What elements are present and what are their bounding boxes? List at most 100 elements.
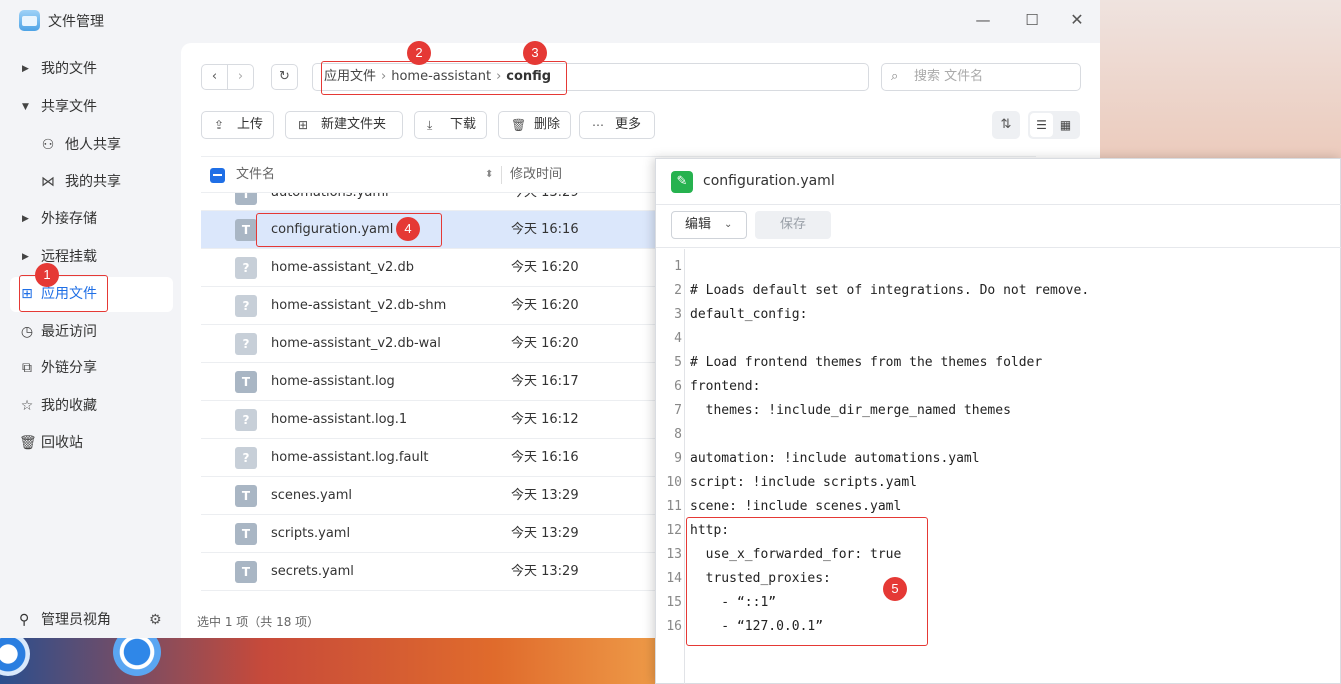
unknown-file-icon: ? <box>235 447 257 469</box>
file-modified: 今天 16:16 <box>511 222 579 237</box>
line-number: 4 <box>674 331 682 346</box>
sort-button[interactable]: ⇅ <box>992 111 1020 139</box>
star-icon: ☆ <box>20 398 34 414</box>
line-number: 5 <box>674 355 682 370</box>
pencil-icon: ✎ <box>671 171 693 193</box>
text-file-icon: T <box>235 523 257 545</box>
more-icon: ⋯ <box>592 118 604 132</box>
code-text: default_config: <box>690 307 808 322</box>
annotation-badge: 2 <box>407 41 431 65</box>
sidebar-item-link-share[interactable]: ⧉ 外链分享 <box>10 351 173 386</box>
column-header-modified[interactable]: 修改时间 <box>510 157 562 192</box>
sidebar-item-favorites[interactable]: ☆ 我的收藏 <box>10 389 173 424</box>
sidebar-item-others-shared[interactable]: ⚇ 他人共享 <box>10 128 173 163</box>
chevron-right-icon: › <box>237 69 244 84</box>
file-modified: 今天 13:29 <box>511 564 579 579</box>
search-input[interactable]: ⌕ 搜索 文件名 <box>881 63 1081 91</box>
save-button[interactable]: 保存 <box>755 211 831 239</box>
sidebar-item-recent[interactable]: ◷ 最近访问 <box>10 315 173 350</box>
gear-icon[interactable]: ⚙ <box>149 603 162 637</box>
sort-arrows-icon[interactable]: ⬍ <box>485 157 493 192</box>
trash-icon: 🗑 <box>511 118 527 132</box>
select-all-checkbox[interactable] <box>210 168 225 183</box>
sidebar-item-shared-files[interactable]: ▼ 共享文件 <box>10 90 173 125</box>
admin-view-switch[interactable]: ⚲ 管理员视角 ⚙ <box>10 603 173 637</box>
sidebar-item-label: 我的文件 <box>41 61 97 77</box>
search-placeholder: 搜索 文件名 <box>914 69 984 84</box>
line-number: 15 <box>666 595 682 610</box>
unknown-file-icon: ? <box>235 333 257 355</box>
upload-icon: ⇪ <box>214 118 225 132</box>
view-toggle: ☰ ▦ <box>1028 111 1080 139</box>
text-file-icon: T <box>235 193 257 205</box>
sidebar-item-remote-mount[interactable]: ▶ 远程挂载 <box>10 240 173 275</box>
line-number: 2 <box>674 283 682 298</box>
sidebar-item-my-files[interactable]: ▶ 我的文件 <box>10 52 173 87</box>
annotation-badge: 4 <box>396 217 420 241</box>
file-modified: 今天 13:29 <box>511 193 579 199</box>
refresh-button[interactable]: ↻ <box>271 64 298 90</box>
file-modified: 今天 16:16 <box>511 450 579 465</box>
editor-toolbar: 编辑 ⌄ 保存 <box>656 205 1341 248</box>
unknown-file-icon: ? <box>235 409 257 431</box>
more-label: 更多 <box>615 117 642 132</box>
unknown-file-icon: ? <box>235 257 257 279</box>
new-folder-icon: ⊞ <box>298 118 309 132</box>
search-icon: ⌕ <box>891 69 899 84</box>
line-number: 12 <box>666 523 682 538</box>
upload-button[interactable]: ⇪ 上传 <box>201 111 274 139</box>
file-modified: 今天 16:20 <box>511 298 579 313</box>
more-button[interactable]: ⋯ 更多 <box>579 111 655 139</box>
code-text: automation: !include automations.yaml <box>690 451 980 466</box>
minimize-button[interactable]: — <box>972 9 994 31</box>
trash-icon: 🗑 <box>19 435 37 451</box>
desktop-wallpaper-bottom <box>0 638 660 684</box>
edit-menu-label: 编辑 <box>685 217 712 232</box>
share-icon: ⋈ <box>41 174 55 190</box>
window-title: 文件管理 <box>48 14 104 30</box>
sidebar-item-label: 回收站 <box>41 435 83 451</box>
file-name: home-assistant_v2.db-shm <box>271 298 447 313</box>
list-view-icon[interactable]: ☰ <box>1030 113 1053 137</box>
file-name: secrets.yaml <box>271 564 354 579</box>
download-icon: ⤓ <box>427 118 433 132</box>
forward-button[interactable]: › <box>227 64 254 90</box>
highlight-box-path <box>321 61 567 95</box>
line-number: 9 <box>674 451 682 466</box>
code-text: script: !include scripts.yaml <box>690 475 917 490</box>
download-button[interactable]: ⤓ 下载 <box>414 111 487 139</box>
column-header-name[interactable]: 文件名 <box>236 157 275 192</box>
user-icon: ⚲ <box>19 612 30 628</box>
text-file-icon: T <box>235 371 257 393</box>
caret-right-icon: ▶ <box>22 252 29 262</box>
annotation-badge: 5 <box>883 577 907 601</box>
line-number: 8 <box>674 427 682 442</box>
file-name: home-assistant.log <box>271 374 395 389</box>
close-button[interactable]: ✕ <box>1066 9 1088 31</box>
file-manager-app-icon <box>19 10 40 31</box>
file-name: home-assistant_v2.db-wal <box>271 336 441 351</box>
sidebar-item-external-storage[interactable]: ▶ 外接存储 <box>10 202 173 237</box>
grid-view-icon[interactable]: ▦ <box>1054 113 1077 137</box>
code-text: scene: !include scenes.yaml <box>690 499 902 514</box>
code-text: # Loads default set of integrations. Do … <box>690 283 1090 298</box>
chevron-down-icon: ⌄ <box>724 219 733 230</box>
sidebar-item-trash[interactable]: 🗑 回收站 <box>10 426 173 461</box>
back-button[interactable]: ‹ <box>201 64 228 90</box>
delete-button[interactable]: 🗑 删除 <box>498 111 571 139</box>
file-name: scenes.yaml <box>271 488 352 503</box>
line-number: 14 <box>666 571 682 586</box>
file-modified: 今天 16:12 <box>511 412 579 427</box>
edit-menu-button[interactable]: 编辑 ⌄ <box>671 211 747 239</box>
highlight-box-app-files <box>19 275 108 312</box>
maximize-button[interactable]: ☐ <box>1021 9 1043 31</box>
line-number: 6 <box>674 379 682 394</box>
new-folder-button[interactable]: ⊞ 新建文件夹 <box>285 111 403 139</box>
file-name: home-assistant.log.1 <box>271 412 408 427</box>
text-file-icon: T <box>235 219 257 241</box>
column-divider <box>501 166 502 184</box>
line-number: 1 <box>674 259 682 274</box>
titlebar: 文件管理 — ☐ ✕ <box>0 0 1100 42</box>
sidebar-item-my-shares[interactable]: ⋈ 我的共享 <box>10 165 173 200</box>
file-modified: 今天 13:29 <box>511 488 579 503</box>
